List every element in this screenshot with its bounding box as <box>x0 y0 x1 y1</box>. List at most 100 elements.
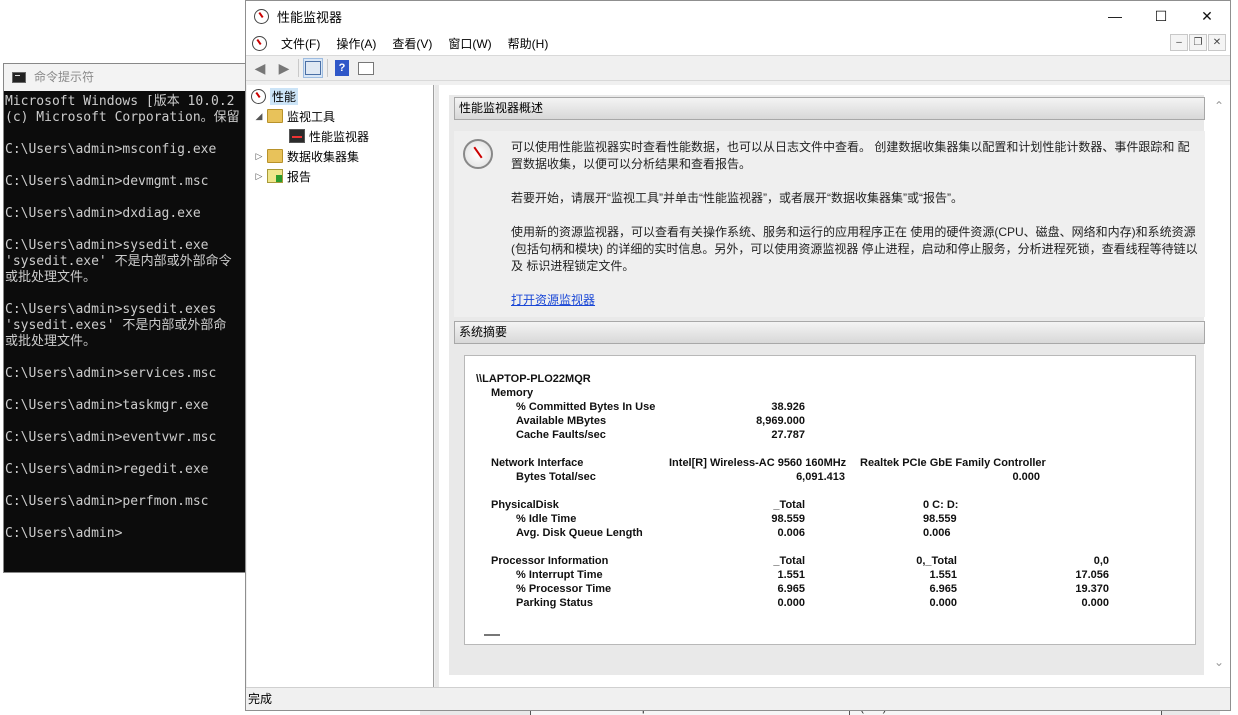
performance-gauge-icon <box>463 139 493 169</box>
system-summary-header: 系统摘要 <box>454 321 1205 344</box>
counter-value: 6.965 <box>777 583 805 595</box>
cmd-line <box>5 350 252 366</box>
network-instance: Realtek PCIe GbE Family Controller <box>860 457 1046 469</box>
title-bar[interactable]: 性能监视器 — ☐ ✕ <box>246 1 1230 31</box>
cmd-line <box>5 382 252 398</box>
counter-value: 98.559 <box>923 513 957 525</box>
counter-value: 6.965 <box>929 583 957 595</box>
disk-instance: 0 C: D: <box>923 499 959 511</box>
cmd-line: 或批处理文件。 <box>5 270 97 285</box>
tree-item-performance-monitor[interactable]: 性能监视器 <box>289 127 369 145</box>
tree-label: 性能 <box>270 87 299 105</box>
perfmon-app-icon <box>254 8 269 24</box>
processor-instance: _Total <box>773 555 805 567</box>
cmd-line: C:\Users\admin>devmgmt.msc <box>5 174 209 189</box>
mdi-close-button[interactable]: ✕ <box>1208 34 1226 51</box>
cmd-console-output[interactable]: Microsoft Windows [版本 10.0.2 (c) Microsof… <box>4 91 252 571</box>
menu-file[interactable]: 文件(F) <box>273 35 328 52</box>
cmd-line: (c) Microsoft Corporation。保留 <box>5 110 240 125</box>
counter-value: 8,969.000 <box>756 415 805 427</box>
chevron-right-icon[interactable]: ▷ <box>253 171 265 182</box>
cmd-line <box>5 478 252 494</box>
back-arrow-icon[interactable]: ◀ <box>250 58 270 78</box>
cmd-line: C:\Users\admin>services.msc <box>5 366 217 381</box>
collapse-handle[interactable] <box>484 634 500 636</box>
counter-value: 38.926 <box>771 401 805 413</box>
performance-monitor-window[interactable]: 性能监视器 — ☐ ✕ 文件(F) 操作(A) 查看(V) 窗口(W) 帮助(H… <box>245 0 1231 711</box>
menu-action[interactable]: 操作(A) <box>328 35 384 52</box>
cmd-line: 或批处理文件。 <box>5 334 97 349</box>
cmd-line: C:\Users\admin>regedit.exe <box>5 462 209 477</box>
overview-paragraph-1: 可以使用性能监视器实时查看性能数据，也可以从日志文件中查看。 创建数据收集器集以… <box>511 140 1190 171</box>
tree-item-monitoring-tools[interactable]: ◢ 监视工具 <box>253 107 335 125</box>
maximize-button[interactable]: ☐ <box>1138 1 1184 31</box>
counter-value: 17.056 <box>1075 569 1109 581</box>
mdi-restore-button[interactable]: ❐ <box>1189 34 1207 51</box>
system-summary-box: \\LAPTOP-PLO22MQR Memory % Committed Byt… <box>464 355 1196 645</box>
counter-value: 0.006 <box>777 527 805 539</box>
help-icon[interactable]: ? <box>332 58 352 78</box>
counter-value: 0.006 <box>923 527 951 539</box>
counter-name: % Interrupt Time <box>516 569 603 581</box>
console-tree: 性能 ◢ 监视工具 性能监视器 ▷ 数据收集器集 ▷ 报告 <box>247 85 434 687</box>
disk-label: PhysicalDisk <box>491 499 559 511</box>
counter-name: % Processor Time <box>516 583 612 595</box>
counter-value: 1.551 <box>929 569 957 581</box>
cmd-line <box>5 446 252 462</box>
menu-view[interactable]: 查看(V) <box>384 35 440 52</box>
scroll-up-icon[interactable]: ⌃ <box>1214 99 1224 113</box>
cmd-line: C:\Users\admin>perfmon.msc <box>5 494 209 509</box>
host-name: \\LAPTOP-PLO22MQR <box>476 373 591 385</box>
tree-item-data-collector-sets[interactable]: ▷ 数据收集器集 <box>253 147 359 165</box>
counter-name: Cache Faults/sec <box>516 429 606 441</box>
cmd-title: 命令提示符 <box>34 70 95 84</box>
forward-arrow-icon[interactable]: ▶ <box>274 58 294 78</box>
processor-label: Processor Information <box>491 555 609 567</box>
chevron-right-icon[interactable]: ▷ <box>253 151 265 162</box>
window-title: 性能监视器 <box>277 9 343 25</box>
counter-value: 27.787 <box>771 429 805 441</box>
mdi-minimize-button[interactable]: – <box>1170 34 1188 51</box>
folder-icon <box>267 149 283 163</box>
cmd-line <box>5 126 252 142</box>
counter-name: Parking Status <box>516 597 594 609</box>
cmd-line: C:\Users\admin>eventvwr.msc <box>5 430 217 445</box>
open-resource-monitor-link[interactable]: 打开资源监视器 <box>511 293 595 307</box>
overview-paragraph-2: 若要开始，请展开“监视工具”并单击“性能监视器”，或者展开“数据收集器集”或“报… <box>511 191 963 205</box>
menu-bar: 文件(F) 操作(A) 查看(V) 窗口(W) 帮助(H) – ❐ ✕ <box>246 31 1230 55</box>
chevron-down-icon[interactable]: ◢ <box>253 111 265 122</box>
cmd-line: C:\Users\admin>sysedit.exe <box>5 238 209 253</box>
overview-header: 性能监视器概述 <box>454 97 1205 120</box>
cmd-line <box>5 510 252 526</box>
system-menu-icon[interactable] <box>252 35 267 51</box>
tree-item-reports[interactable]: ▷ 报告 <box>253 167 311 185</box>
counter-name: % Idle Time <box>516 513 577 525</box>
command-prompt-window[interactable]: 命令提示符 Microsoft Windows [版本 10.0.2 (c) Mi… <box>3 63 253 573</box>
show-hide-console-tree-icon[interactable] <box>303 58 323 78</box>
content-pane[interactable]: 性能监视器概述 可以使用性能监视器实时查看性能数据，也可以从日志文件中查看。 创… <box>435 85 1230 687</box>
processor-instance: 0,0 <box>1093 555 1109 567</box>
processor-instance: 0,_Total <box>916 555 957 567</box>
counter-value: 98.559 <box>771 513 805 525</box>
counter-value: 0.000 <box>929 597 957 609</box>
report-icon <box>267 169 283 183</box>
scroll-down-icon[interactable]: ⌄ <box>1214 655 1224 669</box>
close-button[interactable]: ✕ <box>1184 1 1230 31</box>
content-area: 性能监视器概述 可以使用性能监视器实时查看性能数据，也可以从日志文件中查看。 创… <box>449 95 1205 675</box>
tree-label: 监视工具 <box>287 109 336 124</box>
show-hide-action-pane-icon[interactable] <box>356 58 376 78</box>
perfmon-node-icon <box>251 88 266 104</box>
cmd-line <box>5 190 252 206</box>
cmd-line <box>5 222 252 238</box>
menu-help[interactable]: 帮助(H) <box>500 35 557 52</box>
cmd-title-bar[interactable]: 命令提示符 <box>4 64 252 91</box>
menu-window[interactable]: 窗口(W) <box>440 35 499 52</box>
tree-item-performance[interactable]: 性能 <box>251 87 299 105</box>
counter-value: 1.551 <box>777 569 805 581</box>
folder-icon <box>267 109 283 123</box>
minimize-button[interactable]: — <box>1092 1 1138 31</box>
tree-label: 报告 <box>287 169 312 184</box>
counter-name: Avg. Disk Queue Length <box>516 527 643 539</box>
cmd-line: 'sysedit.exes' 不是内部或外部命 <box>5 318 227 333</box>
cmd-line: C:\Users\admin> <box>5 526 123 541</box>
